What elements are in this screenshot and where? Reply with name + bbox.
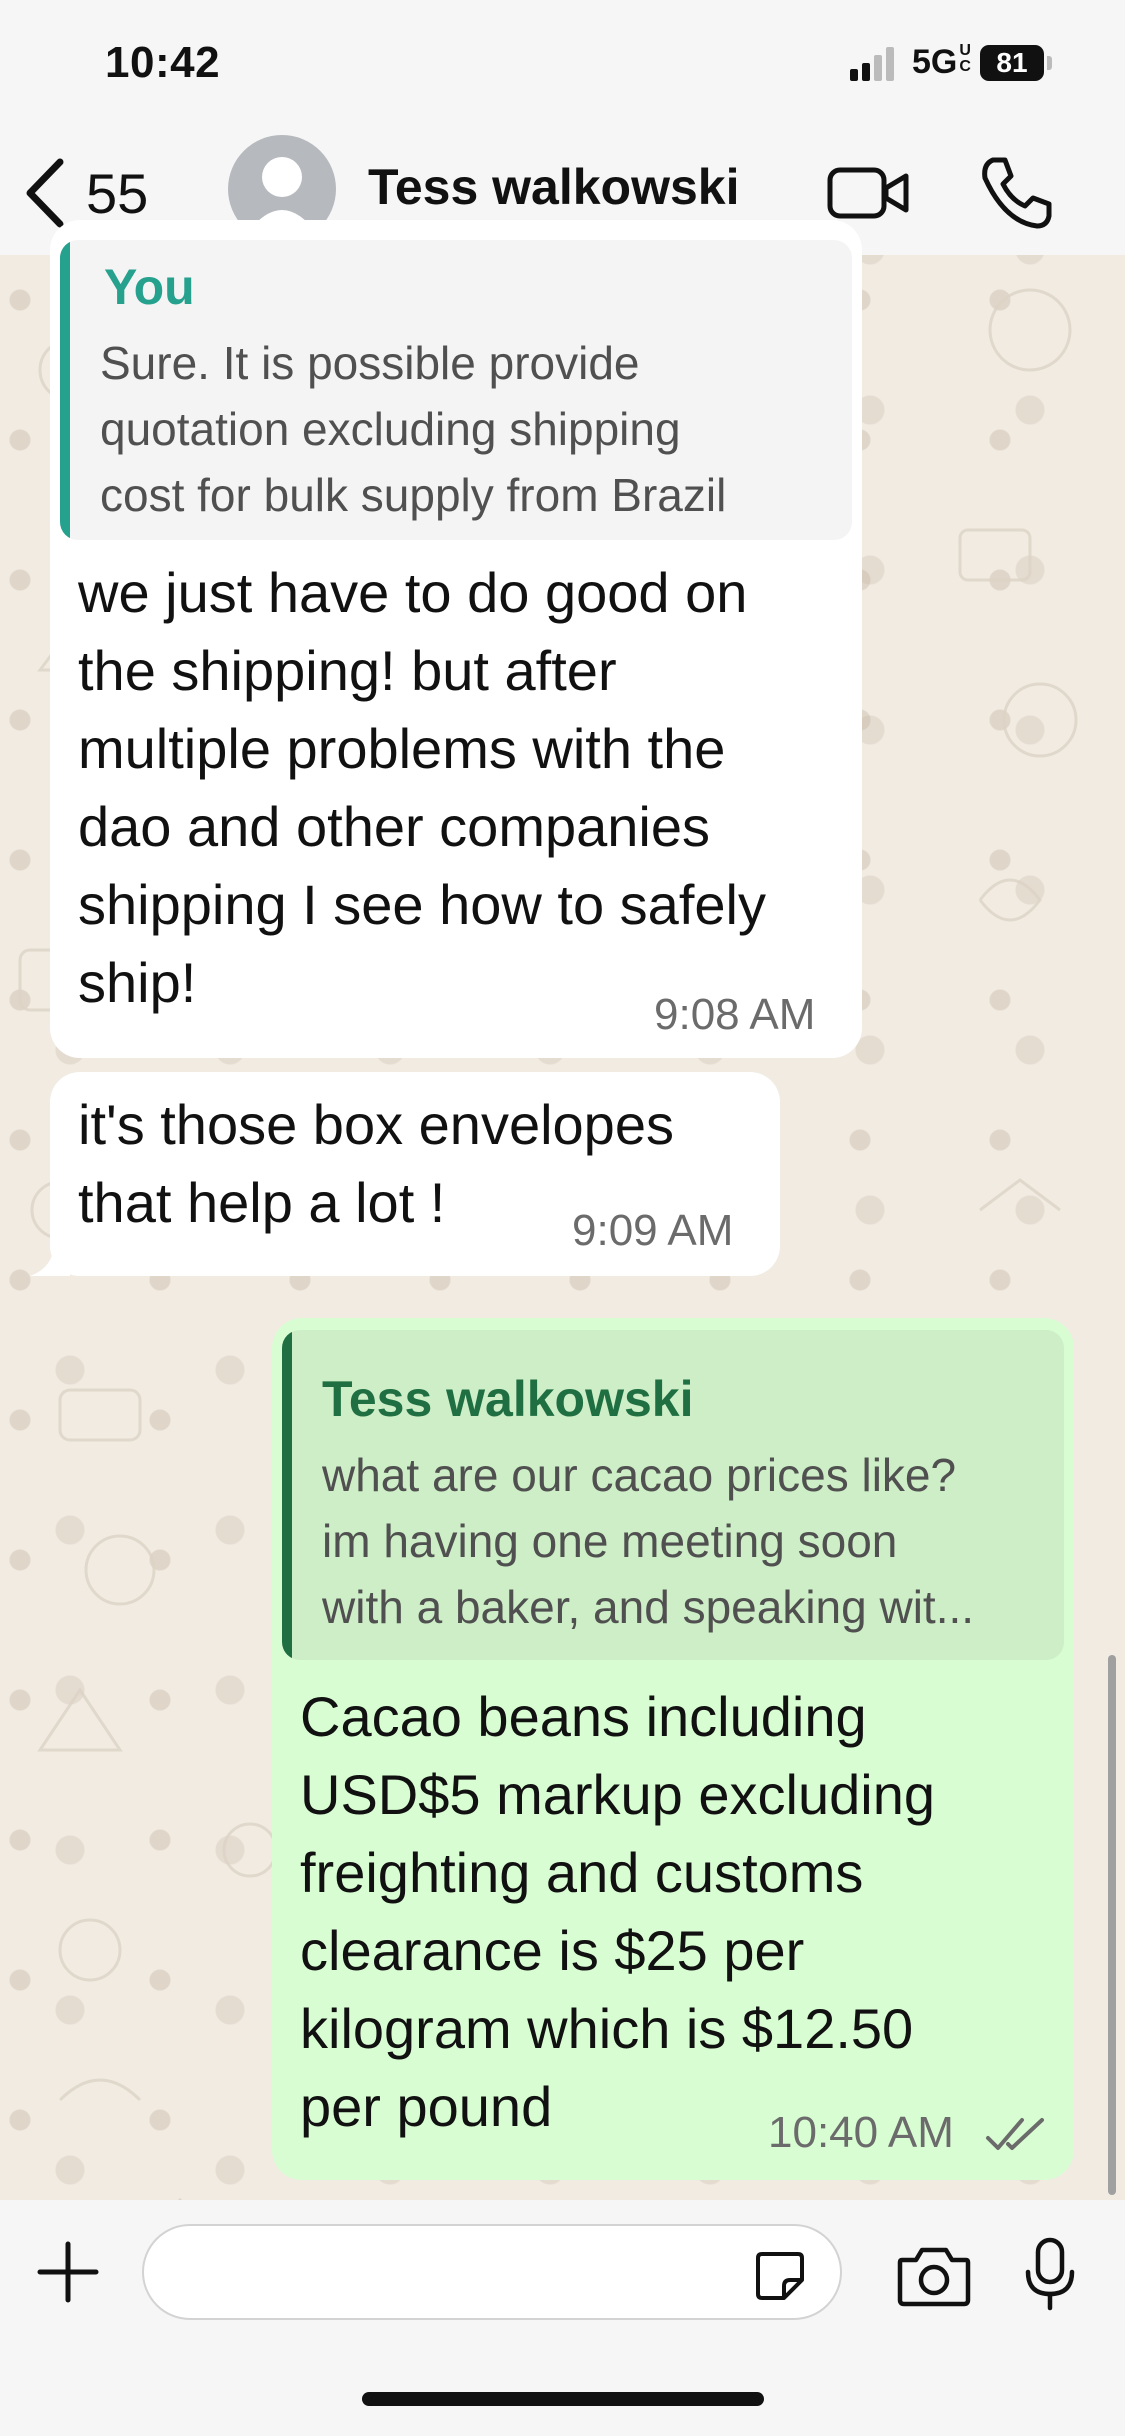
message-line: it's those box envelopes <box>78 1093 674 1156</box>
message-line: we just have to do good on <box>78 561 748 624</box>
chevron-left-icon <box>26 158 64 228</box>
quoted-message[interactable]: Tess walkowski what are our cacao prices… <box>282 1330 1064 1660</box>
quote-line: im having one meeting soon <box>322 1515 898 1567</box>
sticker-icon[interactable] <box>752 2248 808 2304</box>
read-receipt-icon <box>986 2118 1044 2150</box>
message-line: shipping I see how to safely <box>78 873 766 936</box>
message-line: USD$5 markup excluding <box>300 1763 935 1826</box>
quote-accent-bar <box>282 1330 292 1660</box>
plus-icon[interactable] <box>36 2240 100 2304</box>
camera-icon[interactable] <box>896 2244 972 2308</box>
message-line: clearance is $25 per <box>300 1919 805 1982</box>
quote-line: cost for bulk supply from Brazil <box>100 469 727 521</box>
message-timestamp: 9:08 AM <box>654 990 816 1039</box>
battery-level: 81 <box>980 45 1044 81</box>
quote-line: Sure. It is possible provide <box>100 337 640 389</box>
message-line: freighting and customs <box>300 1841 864 1904</box>
quote-line: with a baker, and speaking wit... <box>322 1581 975 1633</box>
video-camera-icon[interactable] <box>826 158 910 228</box>
battery-tip <box>1047 56 1052 70</box>
battery-indicator: 81 <box>980 45 1054 81</box>
status-time: 10:42 <box>105 38 221 87</box>
scroll-indicator[interactable] <box>1108 1655 1116 2195</box>
quoted-message[interactable]: You Sure. It is possible provide quotati… <box>60 240 852 540</box>
message-line: Cacao beans including <box>300 1685 867 1748</box>
network-type: 5G UC <box>912 43 975 82</box>
signal-strength-icon <box>850 47 894 81</box>
message-bubble-incoming[interactable]: it's those box envelopes that help a lot… <box>50 1072 780 1276</box>
message-line: the shipping! but after <box>78 639 617 702</box>
unread-count: 55 <box>86 161 149 225</box>
message-line: multiple problems with the <box>78 717 726 780</box>
quote-author: Tess walkowski <box>322 1371 694 1427</box>
quote-line: quotation excluding shipping <box>100 403 681 455</box>
quote-line: what are our cacao prices like? <box>322 1449 957 1501</box>
message-bubble-incoming[interactable]: You Sure. It is possible provide quotati… <box>50 220 862 1058</box>
message-input[interactable] <box>142 2224 842 2320</box>
bubble-tail <box>30 1246 70 1276</box>
contact-name[interactable]: Tess walkowski <box>368 158 739 216</box>
composer-bar <box>0 2200 1125 2436</box>
microphone-icon[interactable] <box>1022 2236 1078 2312</box>
phone-icon[interactable] <box>975 152 1055 232</box>
network-suffix: UC <box>959 42 971 75</box>
message-line: kilogram which is $12.50 <box>300 1997 914 2060</box>
message-line: per pound <box>300 2075 553 2138</box>
message-line: dao and other companies <box>78 795 710 858</box>
quote-author: You <box>104 259 195 315</box>
message-bubble-outgoing[interactable]: Tess walkowski what are our cacao prices… <box>272 1318 1074 2180</box>
message-line: that help a lot ! <box>78 1171 446 1234</box>
message-timestamp: 9:09 AM <box>572 1206 734 1255</box>
message-line: ship! <box>78 951 197 1014</box>
quote-accent-bar <box>60 240 70 540</box>
message-timestamp: 10:40 AM <box>768 2108 954 2157</box>
status-bar: 10:42 5G UC 81 <box>0 0 1125 130</box>
home-indicator[interactable] <box>362 2392 764 2406</box>
network-label: 5G <box>912 43 958 81</box>
